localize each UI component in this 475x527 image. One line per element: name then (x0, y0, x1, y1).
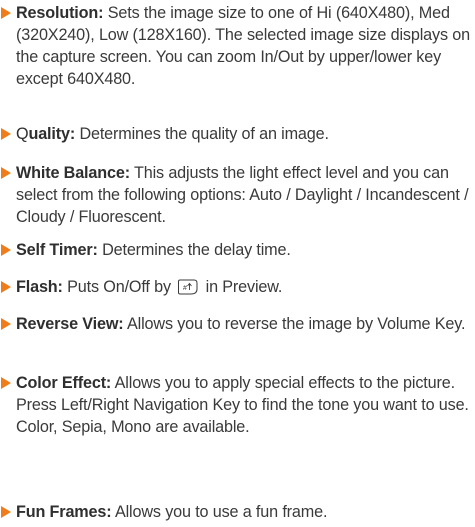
item-text: Flash: Puts On/Off by # in Preview. (16, 276, 475, 298)
item-description: Allows you to reverse the image by Volum… (127, 315, 466, 333)
item-term: White Balance: (16, 164, 130, 182)
item-term: Fun Frames: (16, 503, 112, 521)
item-description-before: Puts On/Off by (67, 278, 171, 296)
item-term: Color Effect: (16, 374, 112, 392)
item-term: Quality: (16, 125, 75, 143)
manual-page: Resolution: Sets the image size to one o… (0, 0, 475, 527)
arrow-bullet-icon (1, 167, 11, 179)
arrow-bullet-icon (1, 506, 11, 518)
item-text: Resolution: Sets the image size to one o… (16, 2, 475, 90)
arrow-bullet-icon (1, 128, 11, 140)
item-term: Reverse View: (16, 315, 124, 333)
item-description: Allows you to use a fun frame. (114, 503, 328, 521)
item-description-after: in Preview. (205, 278, 283, 296)
item-term: Self Timer: (16, 241, 98, 259)
arrow-bullet-icon (1, 7, 11, 19)
item-text: Self Timer: Determines the delay time. (16, 239, 475, 261)
item-term: Resolution: (16, 4, 104, 22)
item-text: Color Effect: Allows you to apply specia… (16, 372, 475, 438)
item-text: Reverse View: Allows you to reverse the … (16, 313, 475, 335)
item-description: Determines the delay time. (102, 241, 291, 259)
item-text: White Balance: This adjusts the light ef… (16, 162, 475, 228)
item-text: Quality: Determines the quality of an im… (16, 123, 475, 145)
item-term: Flash: (16, 278, 63, 296)
arrow-bullet-icon (1, 318, 11, 330)
item-term-initial: Q (16, 125, 29, 143)
svg-text:#: # (183, 285, 187, 292)
arrow-bullet-icon (1, 377, 11, 389)
item-term-rest: uality: (28, 125, 76, 143)
arrow-bullet-icon (1, 244, 11, 256)
hash-key-icon: # (177, 278, 199, 296)
item-text: Fun Frames: Allows you to use a fun fram… (16, 501, 475, 523)
item-description: Determines the quality of an image. (79, 125, 329, 143)
arrow-bullet-icon (1, 281, 11, 293)
